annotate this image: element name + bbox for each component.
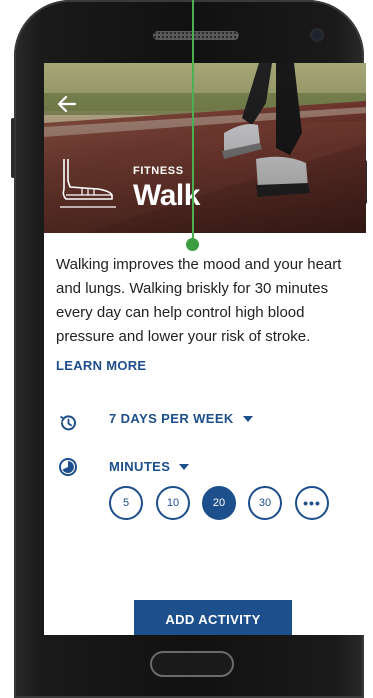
speaker-grille <box>153 31 239 40</box>
timer-icon <box>59 458 77 476</box>
callout-dot <box>186 238 199 251</box>
caret-down-icon <box>242 415 253 422</box>
activity-title: Walk <box>133 179 200 212</box>
duration-unit-value: MINUTES <box>109 459 171 474</box>
front-camera <box>312 30 322 40</box>
duration-option-30[interactable]: 30 <box>248 486 282 520</box>
learn-more-link[interactable]: LEARN MORE <box>56 358 146 373</box>
duration-option-20[interactable]: 20 <box>202 486 236 520</box>
activity-description: Walking improves the mood and your heart… <box>56 256 342 345</box>
callout-line <box>192 0 194 244</box>
duration-option-5[interactable]: 5 <box>109 486 143 520</box>
caret-down-icon <box>179 463 190 470</box>
activity-category: FITNESS <box>133 165 184 177</box>
home-button[interactable] <box>150 651 234 677</box>
walking-shoe-icon <box>60 159 116 208</box>
hero-banner: FITNESS Walk <box>44 63 366 233</box>
app-screen: FITNESS Walk Walking improves the mood a… <box>44 63 366 635</box>
frequency-dropdown[interactable]: 7 DAYS PER WEEK <box>109 411 253 426</box>
back-arrow-icon[interactable] <box>56 93 78 115</box>
history-icon <box>60 415 76 431</box>
more-options-button[interactable]: ••• <box>295 486 329 520</box>
add-activity-button[interactable]: ADD ACTIVITY <box>134 600 292 635</box>
volume-button <box>11 118 15 178</box>
duration-unit-dropdown[interactable]: MINUTES <box>109 459 190 474</box>
phone-frame: FITNESS Walk Walking improves the mood a… <box>11 0 367 698</box>
frequency-value: 7 DAYS PER WEEK <box>109 411 234 426</box>
duration-option-10[interactable]: 10 <box>156 486 190 520</box>
